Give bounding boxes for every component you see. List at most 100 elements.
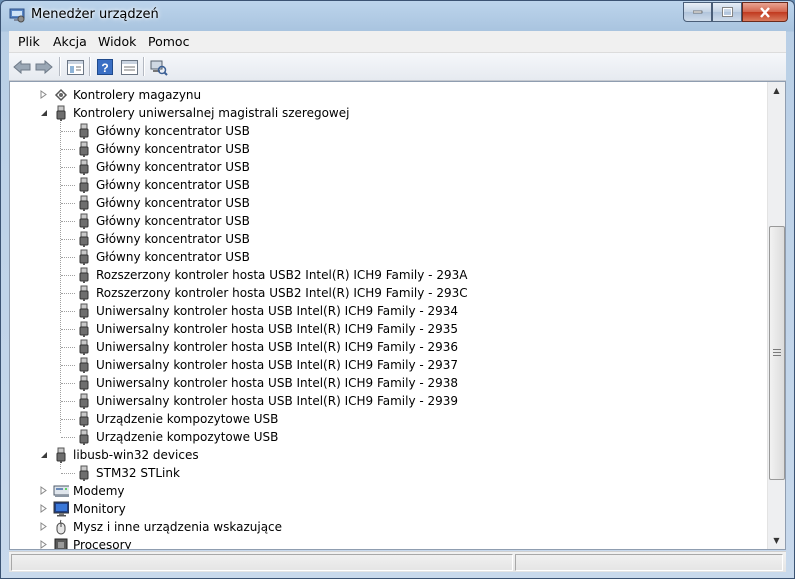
device-label: Urządzenie kompozytowe USB: [96, 412, 279, 426]
device-manager-icon: [9, 7, 25, 23]
tree-node-label: Modemy: [73, 484, 125, 498]
usb-device-row[interactable]: Główny koncentrator USB: [76, 122, 250, 140]
usb-device-icon: [76, 285, 92, 301]
menu-help[interactable]: Pomoc: [148, 34, 189, 49]
expand-arrow-icon[interactable]: [39, 90, 48, 99]
usb-icon: [53, 447, 69, 463]
usb-device-icon: [76, 249, 92, 265]
expand-arrow-icon[interactable]: [39, 540, 48, 549]
tree-node-label: Monitory: [73, 502, 126, 516]
minimize-button[interactable]: [683, 2, 712, 22]
mouse-icon: [53, 519, 69, 535]
device-label: Główny koncentrator USB: [96, 124, 250, 138]
tree-node-label: Kontrolery uniwersalnej magistrali szere…: [73, 106, 350, 120]
menu-action[interactable]: Akcja: [53, 34, 87, 49]
usb-device-row[interactable]: Uniwersalny kontroler hosta USB Intel(R)…: [76, 392, 458, 410]
usb-device-row[interactable]: Uniwersalny kontroler hosta USB Intel(R)…: [76, 356, 458, 374]
device-label: Główny koncentrator USB: [96, 160, 250, 174]
scan-hardware-icon[interactable]: [149, 57, 169, 77]
usb-device-row[interactable]: Uniwersalny kontroler hosta USB Intel(R)…: [76, 374, 458, 392]
tree-node-label: Procesory: [73, 538, 132, 550]
device-label: Uniwersalny kontroler hosta USB Intel(R)…: [96, 304, 459, 318]
storage-controller-icon: [53, 87, 69, 103]
device-label: Uniwersalny kontroler hosta USB Intel(R)…: [96, 358, 459, 372]
help-icon[interactable]: ?: [95, 57, 115, 77]
usb-device-icon: [76, 321, 92, 337]
usb-device-icon: [76, 177, 92, 193]
monitor-icon: [53, 501, 69, 517]
usb-device-icon: [76, 231, 92, 247]
usb-device-row[interactable]: Główny koncentrator USB: [76, 158, 250, 176]
menu-bar: Plik Akcja Widok Pomoc: [9, 31, 786, 53]
usb-device-row[interactable]: Urządzenie kompozytowe USB: [76, 410, 278, 428]
usb-device-icon: [76, 267, 92, 283]
usb-device-icon: [76, 375, 92, 391]
usb-device-icon: [76, 411, 92, 427]
device-tree-view[interactable]: Kontrolery magazynu Kontrolery uniwersal…: [9, 81, 786, 550]
usb-device-row[interactable]: Rozszerzony kontroler hosta USB2 Intel(R…: [76, 284, 468, 302]
menu-view[interactable]: Widok: [98, 34, 136, 49]
back-arrow-icon[interactable]: [12, 57, 32, 77]
usb-device-row[interactable]: Główny koncentrator USB: [76, 194, 250, 212]
vertical-scrollbar[interactable]: ▲ ▼: [767, 82, 785, 549]
usb-device-icon: [76, 465, 92, 481]
device-label: Uniwersalny kontroler hosta USB Intel(R)…: [96, 376, 459, 390]
collapse-arrow-icon[interactable]: [39, 108, 48, 117]
usb-device-icon: [76, 429, 92, 445]
usb-device-row[interactable]: Główny koncentrator USB: [76, 176, 250, 194]
status-cell-main: [11, 554, 513, 571]
properties-view-icon[interactable]: [65, 57, 85, 77]
device-label: Rozszerzony kontroler hosta USB2 Intel(R…: [96, 286, 468, 300]
device-label: STM32 STLink: [96, 466, 180, 480]
device-label: Główny koncentrator USB: [96, 232, 250, 246]
scroll-down-icon[interactable]: ▼: [768, 532, 785, 549]
usb-device-row[interactable]: Uniwersalny kontroler hosta USB Intel(R)…: [76, 320, 458, 338]
device-label: Rozszerzony kontroler hosta USB2 Intel(R…: [96, 268, 468, 282]
properties-icon[interactable]: [119, 57, 139, 77]
forward-arrow-icon[interactable]: [34, 57, 54, 77]
usb-device-row[interactable]: Rozszerzony kontroler hosta USB2 Intel(R…: [76, 266, 467, 284]
device-label: Uniwersalny kontroler hosta USB Intel(R)…: [96, 322, 459, 336]
device-manager-window: Menedżer urządzeń Plik Akcja Widok Pomoc: [0, 0, 795, 579]
device-label: Główny koncentrator USB: [96, 178, 250, 192]
usb-device-row[interactable]: Główny koncentrator USB: [76, 212, 250, 230]
menu-file[interactable]: Plik: [18, 34, 40, 49]
usb-device-row[interactable]: Główny koncentrator USB: [76, 230, 250, 248]
device-label: Uniwersalny kontroler hosta USB Intel(R)…: [96, 394, 459, 408]
usb-device-icon: [76, 123, 92, 139]
usb-device-icon: [76, 357, 92, 373]
usb-device-icon: [76, 303, 92, 319]
status-bar: [9, 551, 786, 572]
expand-arrow-icon[interactable]: [39, 522, 48, 531]
scroll-up-icon[interactable]: ▲: [768, 82, 785, 99]
expand-arrow-icon[interactable]: [39, 486, 48, 495]
collapse-arrow-icon[interactable]: [39, 450, 48, 459]
svg-text:?: ?: [101, 61, 108, 75]
device-stm32-stlink[interactable]: STM32 STLink: [76, 464, 180, 482]
usb-device-icon: [76, 195, 92, 211]
toolbar: ?: [9, 53, 786, 81]
title-bar[interactable]: Menedżer urządzeń: [1, 1, 794, 29]
modem-icon: [53, 483, 69, 499]
maximize-button[interactable]: [712, 2, 742, 22]
usb-device-icon: [76, 159, 92, 175]
status-cell-secondary: [515, 554, 783, 571]
expand-arrow-icon[interactable]: [39, 504, 48, 513]
usb-device-icon: [76, 393, 92, 409]
processor-icon: [53, 537, 69, 549]
device-label: Główny koncentrator USB: [96, 142, 250, 156]
device-label: Główny koncentrator USB: [96, 250, 250, 264]
tree-node-label: libusb-win32 devices: [73, 448, 199, 462]
device-label: Główny koncentrator USB: [96, 196, 250, 210]
usb-device-row[interactable]: Urządzenie kompozytowe USB: [76, 428, 278, 446]
tree-node-label: Kontrolery magazynu: [73, 88, 202, 102]
usb-device-row[interactable]: Uniwersalny kontroler hosta USB Intel(R)…: [76, 338, 458, 356]
usb-icon: [53, 105, 69, 121]
usb-device-icon: [76, 213, 92, 229]
usb-device-row[interactable]: Główny koncentrator USB: [76, 248, 250, 266]
usb-device-row[interactable]: Główny koncentrator USB: [76, 140, 250, 158]
close-button[interactable]: [742, 2, 788, 22]
scrollbar-thumb[interactable]: [769, 226, 785, 480]
usb-device-icon: [76, 141, 92, 157]
usb-device-row[interactable]: Uniwersalny kontroler hosta USB Intel(R)…: [76, 302, 458, 320]
